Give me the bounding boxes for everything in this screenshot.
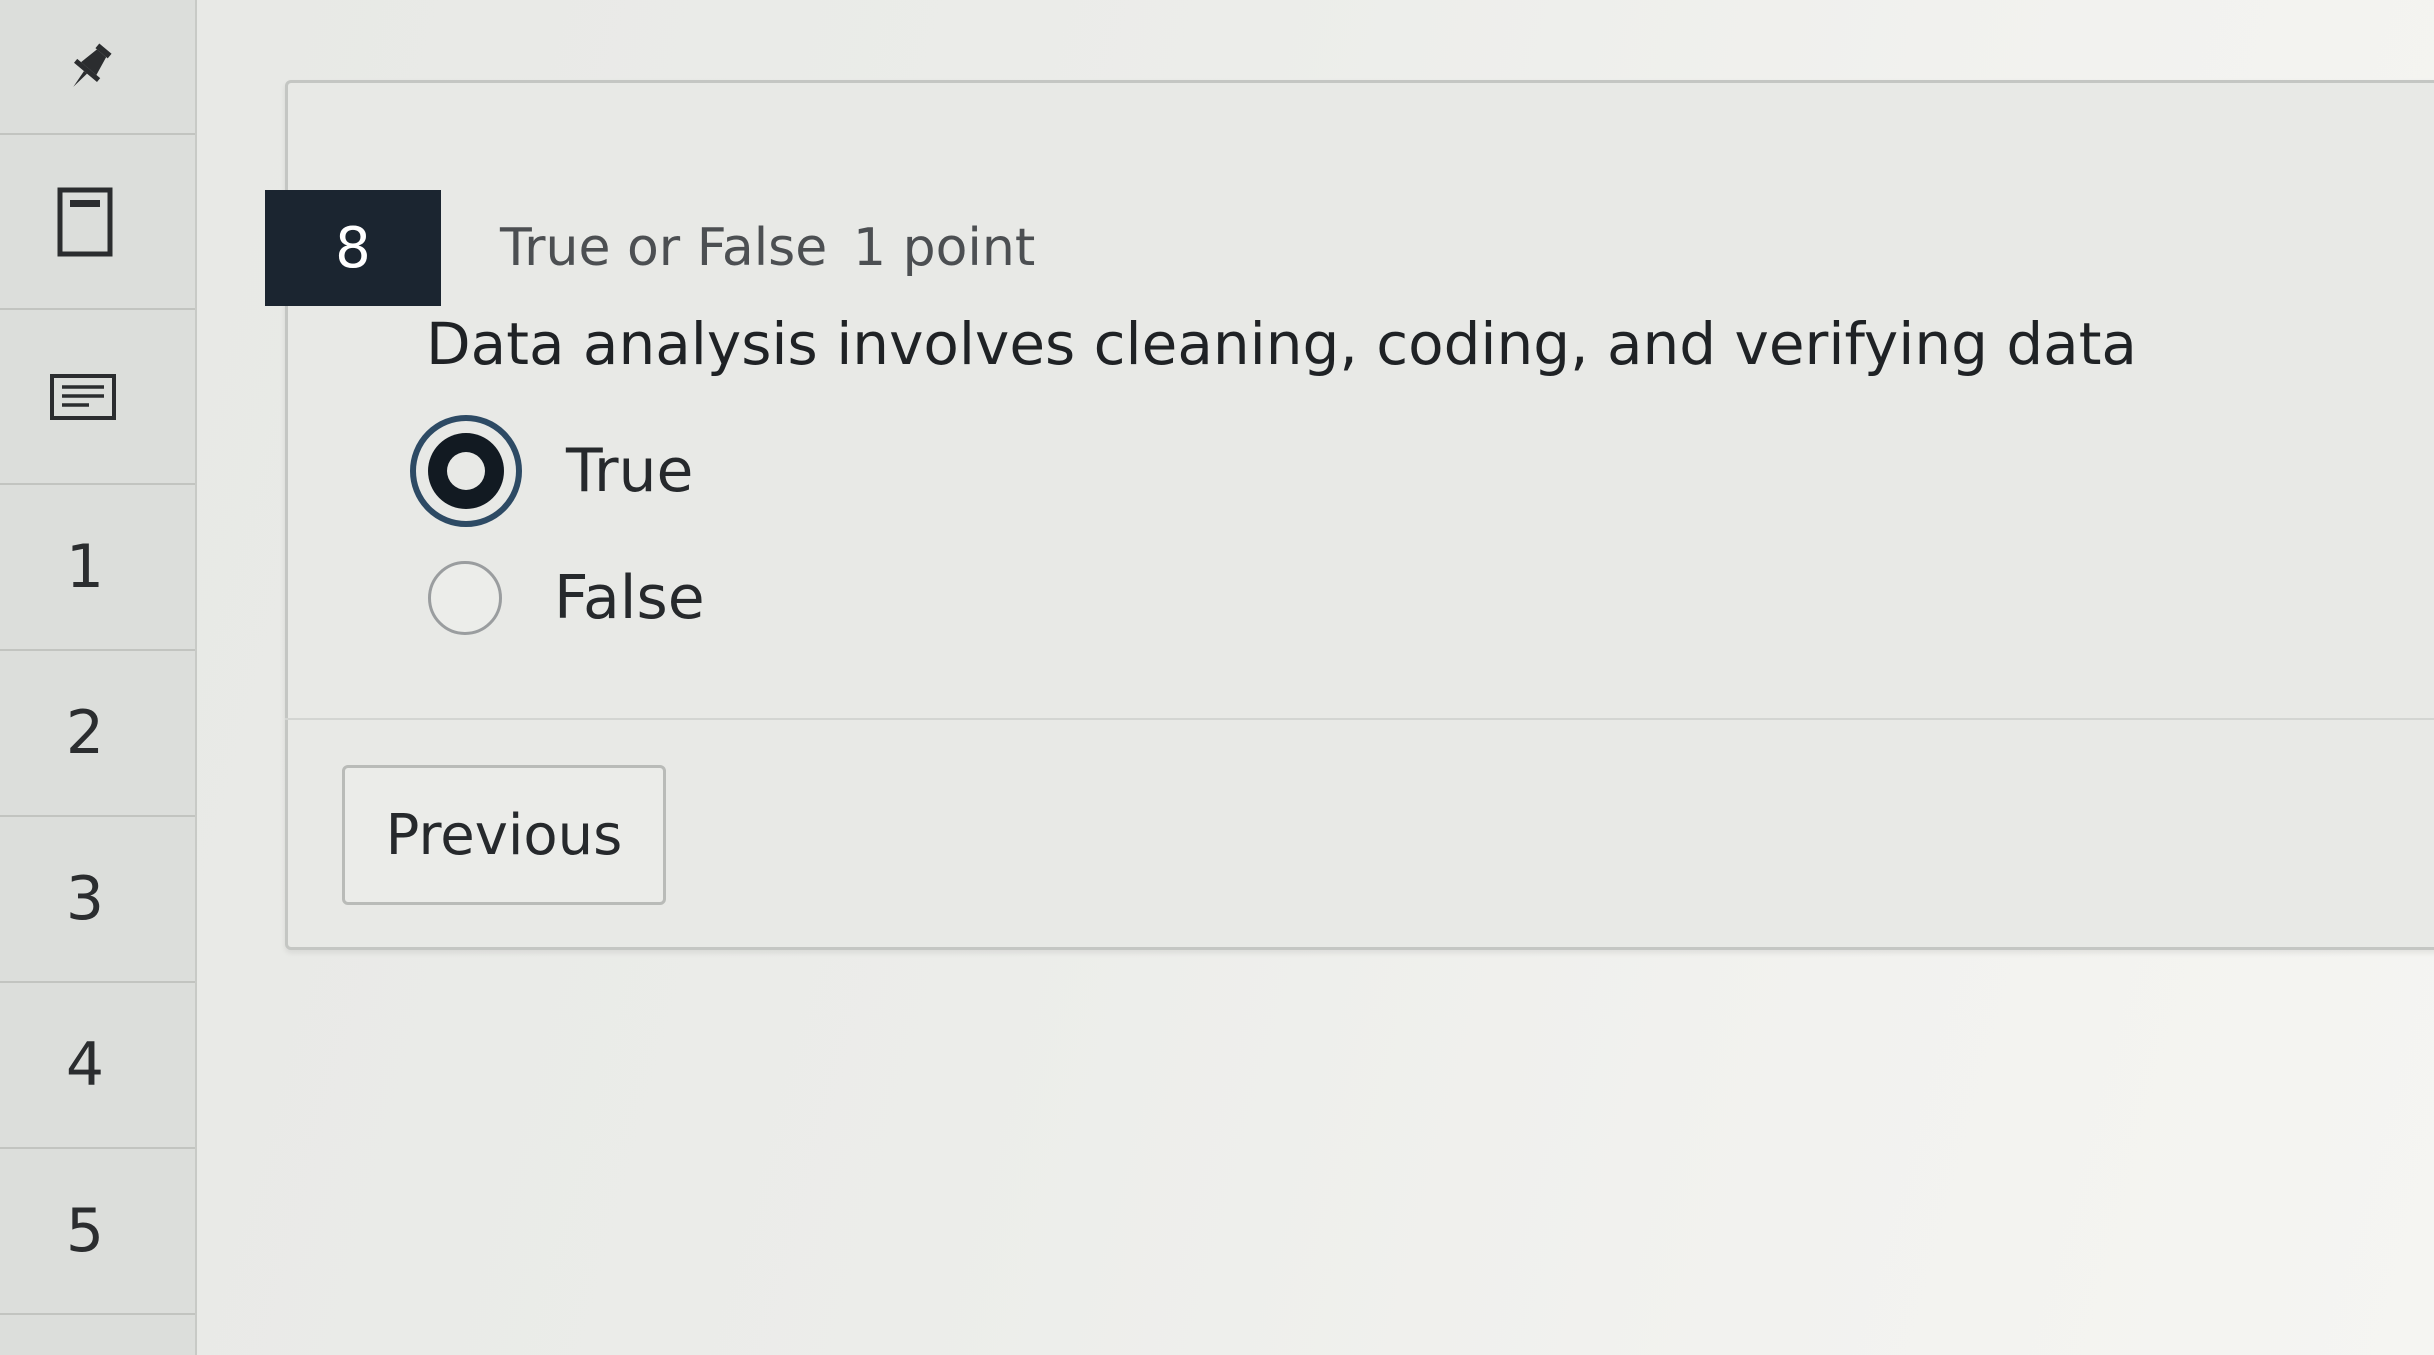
question-link-label: 4 [65,1030,105,1100]
radio-center [447,452,485,490]
question-link-label: 2 [65,698,105,768]
sidebar-notes[interactable] [0,310,195,485]
option-label: True [566,436,694,506]
question-text: Data analysis involves cleaning, coding,… [426,310,2137,378]
option-label: False [554,563,705,633]
question-number-badge: 8 [265,190,441,306]
sidebar-question-4[interactable]: 4 [0,983,195,1149]
sidebar-question-1[interactable]: 1 [0,485,195,651]
question-link-label: 3 [65,864,105,934]
radio-fill [428,433,504,509]
radio-unselected[interactable] [428,561,502,635]
sidebar-question-3[interactable]: 3 [0,817,195,983]
sidebar-pin[interactable] [0,0,195,135]
calculator-icon [55,186,115,258]
notes-icon [49,373,117,421]
question-type: True or False [500,218,828,278]
radio-selected[interactable] [410,415,522,527]
pin-icon [60,37,120,97]
question-sidebar: 1 2 3 4 5 [0,0,197,1355]
previous-button[interactable]: Previous [342,765,666,905]
answer-option-true[interactable]: True [410,415,693,527]
answer-option-false[interactable]: False [410,561,705,635]
sidebar-calculator[interactable] [0,135,195,310]
question-link-label: 5 [65,1196,105,1266]
question-points: 1 point [853,218,1036,278]
question-link-label: 1 [65,532,105,602]
sidebar-question-2[interactable]: 2 [0,651,195,817]
sidebar-question-5[interactable]: 5 [0,1149,195,1315]
card-divider [285,718,2434,720]
quiz-screen: 1 2 3 4 5 8 True or False 1 point Data a… [0,0,2434,1355]
